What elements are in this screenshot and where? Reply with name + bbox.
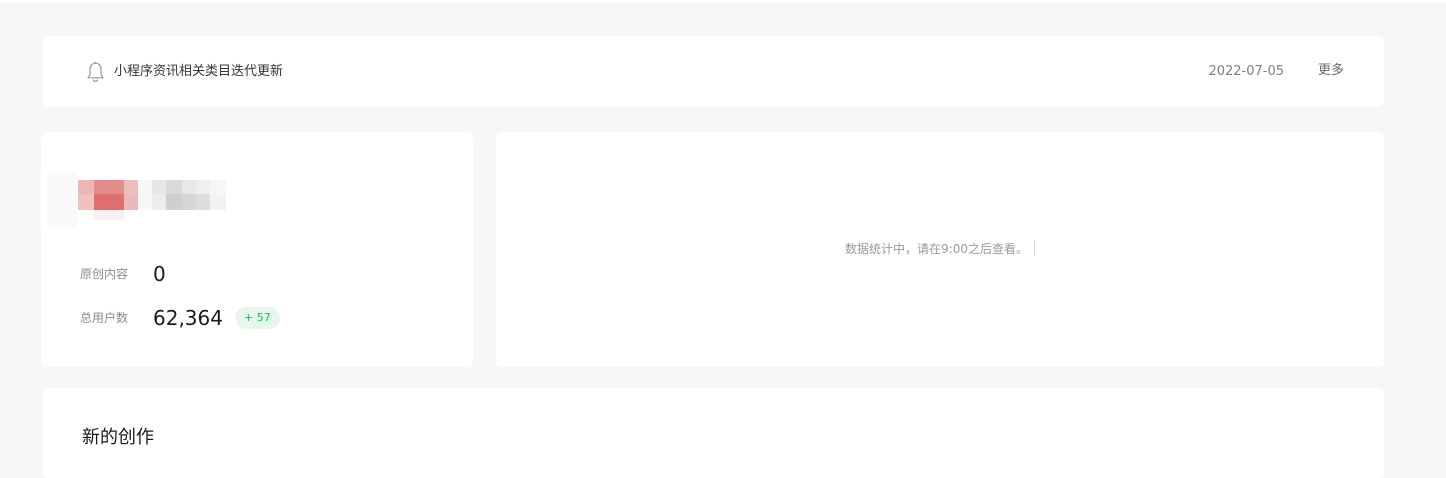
text-caret [1033, 240, 1035, 256]
account-card: 原创内容 0 总用户数 62,364 + 57 [41, 132, 473, 367]
top-strip [0, 0, 1446, 3]
stat-original-content: 原创内容 0 [80, 262, 166, 286]
user-growth-badge: + 57 [234, 307, 280, 329]
stat-label: 原创内容 [80, 267, 129, 281]
stat-value: 0 [153, 262, 166, 286]
notice-bar[interactable]: 小程序资讯相关类目迭代更新 2022-07-05 更多 [43, 36, 1384, 107]
bell-icon [87, 61, 104, 83]
stat-total-users: 总用户数 62,364 + 57 [80, 306, 280, 330]
section-heading: 新的创作 [82, 427, 154, 448]
stat-value: 62,364 [153, 306, 223, 330]
stat-label: 总用户数 [80, 311, 129, 325]
notice-date: 2022-07-05 [1208, 64, 1284, 79]
stats-panel: 数据统计中，请在9:00之后查看。 [496, 132, 1384, 367]
notice-title[interactable]: 小程序资讯相关类目迭代更新 [114, 63, 283, 81]
stats-message-line: 数据统计中，请在9:00之后查看。 [496, 240, 1384, 258]
account-logo [47, 172, 226, 228]
more-link[interactable]: 更多 [1318, 62, 1344, 80]
stats-pending-message: 数据统计中，请在9:00之后查看。 [845, 242, 1028, 256]
